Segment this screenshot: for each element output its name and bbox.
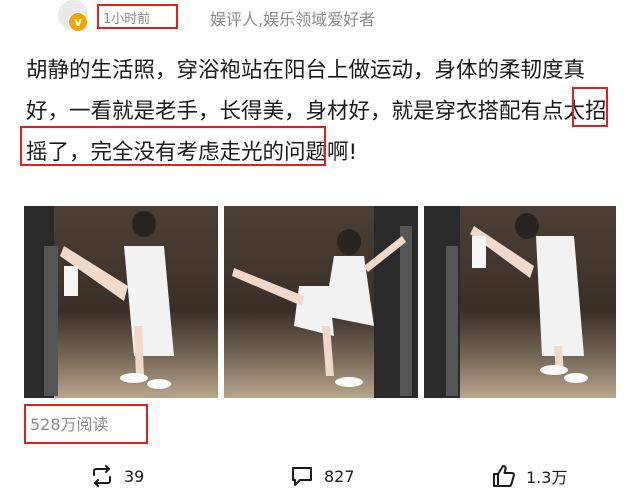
comment-count: 827 xyxy=(324,466,355,486)
post-header: v 1小时前 娱评人,娱乐领域爱好者 xyxy=(0,0,640,34)
like-button[interactable]: 1.3万 xyxy=(492,462,567,490)
post-time: 1小时前 xyxy=(103,12,151,27)
comment-button[interactable]: 827 xyxy=(290,462,355,490)
read-count: 528万阅读 xyxy=(30,415,109,434)
repost-count: 39 xyxy=(124,466,145,486)
photo-grid xyxy=(24,206,616,398)
verified-badge-icon: v xyxy=(68,12,88,32)
repost-icon xyxy=(93,465,111,487)
thumbs-up-icon xyxy=(493,465,515,487)
comment-icon xyxy=(292,467,312,486)
photo-3[interactable] xyxy=(424,206,616,398)
text-highlight-box-2 xyxy=(20,126,326,166)
like-count: 1.3万 xyxy=(526,468,568,487)
text-highlight-box-1 xyxy=(572,87,608,127)
author-description[interactable]: 娱评人,娱乐领域爱好者 xyxy=(210,6,375,30)
repost-button[interactable]: 39 xyxy=(90,462,144,490)
photo-2[interactable] xyxy=(224,206,418,398)
photo-1[interactable] xyxy=(24,206,218,398)
